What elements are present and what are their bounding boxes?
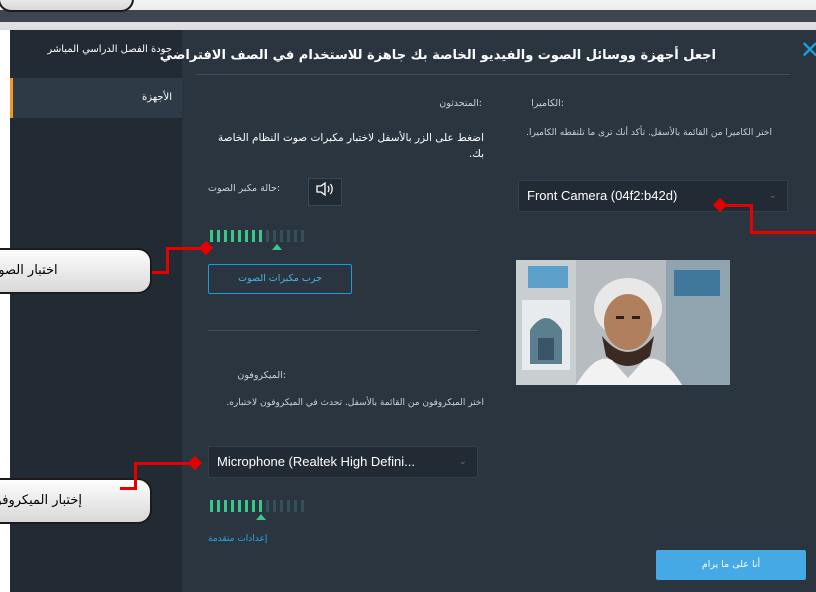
speaker-status-button[interactable]: [308, 178, 342, 206]
meter-bar: [245, 230, 248, 242]
meter-bar: [217, 230, 220, 242]
meter-bar: [287, 500, 290, 512]
meter-bar: [231, 230, 234, 242]
meter-bar: [224, 500, 227, 512]
camera-selected-value: Front Camera (04f2:b42d): [527, 188, 678, 203]
meter-bar: [210, 500, 213, 512]
meter-bar: [224, 230, 227, 242]
meter-bar: [259, 230, 262, 242]
camera-preview: [516, 260, 730, 385]
meter-bar: [217, 500, 220, 512]
microphone-selected-value: Microphone (Realtek High Defini...: [217, 454, 415, 469]
meter-bar: [259, 500, 262, 512]
close-icon[interactable]: ✕: [800, 36, 816, 64]
chevron-down-icon: ⌄: [768, 190, 777, 201]
callout-speaker-test: اختبار الصوت: [0, 248, 152, 294]
speaker-level-meter: [210, 230, 310, 242]
speaker-icon: [316, 181, 333, 197]
camera-label: :الكاميرا: [531, 98, 564, 109]
callout-top-fragment: [0, 0, 134, 12]
connector-camera-h2: [750, 231, 816, 234]
connector-speaker-v: [166, 247, 169, 274]
meter-bar: [210, 230, 213, 242]
microphone-select[interactable]: Microphone (Realtek High Defini... ⌄: [208, 446, 478, 478]
speakers-description: اضغط على الزر بالأسفل لاختبار مكبرات صوت…: [218, 132, 484, 160]
microphone-level-meter: [210, 500, 310, 512]
chevron-down-icon: ⌄: [458, 456, 467, 467]
meter-bar: [287, 230, 290, 242]
meter-bar: [301, 230, 304, 242]
advanced-settings-link[interactable]: إعدادات متقدمة: [208, 534, 267, 544]
connector-mic-h2: [134, 462, 194, 465]
camera-preview-image: [516, 260, 730, 385]
speaker-status-label: :حالة مكبر الصوت: [208, 183, 281, 194]
speakers-label: :المتحدثون: [439, 98, 482, 109]
meter-bar: [280, 500, 283, 512]
connector-mic-v: [134, 462, 137, 490]
meter-bar: [238, 500, 241, 512]
im-ready-button[interactable]: أنا على ما يرام: [656, 550, 806, 580]
microphone-description: اختر الميكروفون من القائمة بالأسفل. تحدث…: [226, 398, 484, 408]
camera-description: اختر الكاميرا من القائمة بالأسفل. تأكد أ…: [526, 128, 772, 138]
meter-bar: [301, 500, 304, 512]
sidebar-item-session-quality[interactable]: جودة الفصل الدراسي المباشر: [10, 30, 182, 70]
test-speakers-button[interactable]: جرب مكبرات الصوت: [208, 264, 352, 294]
meter-bar: [245, 500, 248, 512]
meter-bar: [266, 230, 269, 242]
meter-bar: [231, 500, 234, 512]
speaker-meter-indicator: [272, 244, 282, 250]
sidebar-item-devices[interactable]: الأجهزة: [10, 78, 182, 118]
microphone-label: :الميكروفون: [237, 370, 286, 381]
dialog-title: اجعل أجهزة ووسائل الصوت والفيديو الخاصة …: [159, 48, 716, 63]
camera-select[interactable]: Front Camera (04f2:b42d) ⌄: [518, 180, 788, 212]
meter-bar: [252, 230, 255, 242]
meter-bar: [273, 500, 276, 512]
meter-bar: [252, 500, 255, 512]
meter-bar: [294, 230, 297, 242]
meter-bar: [266, 500, 269, 512]
connector-camera-v: [750, 204, 753, 234]
meter-bar: [273, 230, 276, 242]
section-divider: [208, 330, 478, 331]
header-divider: [196, 74, 790, 75]
meter-bar: [238, 230, 241, 242]
meter-bar: [280, 230, 283, 242]
callout-mic-test: إختبار الميكروفون: [0, 478, 152, 524]
microphone-meter-indicator: [256, 514, 266, 520]
meter-bar: [294, 500, 297, 512]
